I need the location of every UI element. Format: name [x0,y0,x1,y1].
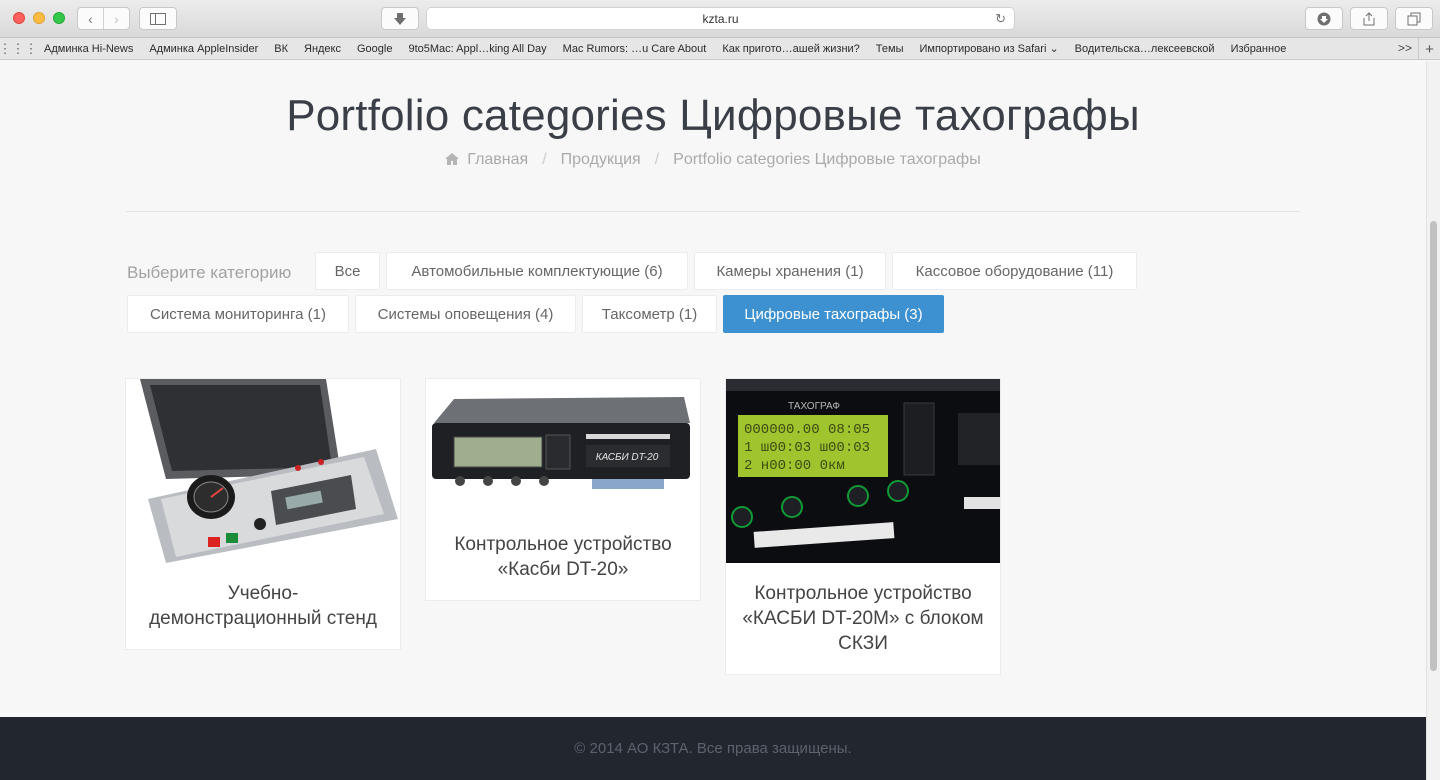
filter-taximeter-button[interactable]: Таксометр (1) [582,295,717,333]
filter-label: Выберите категорию [127,263,292,282]
breadcrumb-products-link[interactable]: Продукция [561,151,641,169]
portfolio-card[interactable]: ТАХОГРАФ 000000.00 08:05 1 ш00:03 ш00:03… [725,378,1001,675]
bookmark-item[interactable]: Админка AppleInsider [141,43,266,55]
back-button[interactable]: ‹ [78,8,103,29]
card-title[interactable]: Контрольное устройство «КАСБИ DT-20М» с … [726,563,1000,674]
display-line: 000000.00 08:05 [744,422,870,438]
history-nav: ‹ › [77,7,130,30]
card-title[interactable]: Контрольное устройство «Касби DT-20» [426,514,700,600]
sidebar-icon [150,12,166,25]
bookmarks-bar: ⋮⋮⋮ Админка Hi-News Админка AppleInsider… [0,38,1440,60]
section-divider [126,211,1300,212]
browser-titlebar: ‹ › kzta.ru ↻ [0,0,1440,38]
page-title: Portfolio categories Цифровые тахографы [286,91,1140,140]
share-icon [1363,11,1375,25]
tabs-overview-button[interactable] [1395,7,1433,30]
close-window-button[interactable] [13,12,25,24]
bookmark-item[interactable]: Яндекс [296,43,349,55]
page-content: Portfolio categories Цифровые тахографы … [0,61,1426,717]
card-title[interactable]: Учебно-демонстрационный стенд [126,563,400,649]
filter-storage-lockers-button[interactable]: Камеры хранения (1) [694,252,886,290]
add-tab-icon[interactable]: + [1418,38,1440,60]
home-icon [445,152,460,168]
bookmark-item[interactable]: Админка Hi-News [36,43,141,55]
display-line: 2 н00:00 0км [744,458,845,474]
apps-grid-icon[interactable]: ⋮⋮⋮ [0,38,38,60]
device-label: КАСБИ DT-20 [596,452,659,463]
footer-copyright: © 2014 АО КЗТА. Все права защищены. [574,740,852,757]
bookmark-item[interactable]: Темы [868,43,912,55]
bookmarks-overflow-button[interactable]: >> [1398,41,1412,55]
bookmark-item[interactable]: Google [349,43,400,55]
bookmark-item[interactable]: Водительска…лексеевской [1067,43,1223,55]
portfolio-card[interactable]: КАСБИ DT-20 Контрольное устройство «Касб… [425,378,701,601]
filter-all-button[interactable]: Все [315,252,380,290]
breadcrumb: Главная / Продукция / Portfolio categori… [0,151,1426,169]
bookmark-item[interactable]: Как пригото…ашей жизни? [714,43,867,55]
breadcrumb-separator: / [542,151,547,168]
breadcrumb-current: Portfolio categories Цифровые тахографы [673,151,981,168]
scrollbar-thumb[interactable] [1430,221,1437,671]
demo-stand-case-image[interactable] [126,379,400,563]
bookmark-item[interactable]: ВК [266,43,296,55]
sidebar-toggle-button[interactable] [139,7,177,30]
filter-monitoring-button[interactable]: Система мониторинга (1) [127,295,349,333]
share-button[interactable] [1350,7,1388,30]
filter-cash-equipment-button[interactable]: Кассовое оборудование (11) [892,252,1137,290]
downloads-shortcut-button[interactable] [381,7,419,30]
portfolio-card[interactable]: Учебно-демонстрационный стенд [125,378,401,650]
kasbi-dt20-tachograph-image[interactable]: КАСБИ DT-20 [426,379,700,514]
filter-auto-parts-button[interactable]: Автомобильные комплектующие (6) [386,252,688,290]
downloads-button[interactable] [1305,7,1343,30]
breadcrumb-home-link[interactable]: Главная [467,151,528,169]
filter-notification-systems-button[interactable]: Системы оповещения (4) [355,295,576,333]
download-circle-icon [1317,12,1331,25]
bookmark-folder[interactable]: Импортировано из Safari ⌄ [911,42,1066,55]
breadcrumb-separator: / [654,151,660,168]
tabs-icon [1407,12,1421,25]
forward-button[interactable]: › [103,8,129,29]
display-line: 1 ш00:03 ш00:03 [744,440,870,456]
reload-icon[interactable]: ↻ [995,11,1006,27]
page-footer: © 2014 АО КЗТА. Все права защищены. [0,717,1426,780]
address-bar[interactable]: kzta.ru ↻ [426,7,1015,30]
bookmark-item[interactable]: Mac Rumors: …u Care About [555,43,715,55]
page-scrollbar[interactable] [1426,61,1440,717]
zoom-window-button[interactable] [53,12,65,24]
bookmark-item[interactable]: Избранное [1223,43,1295,55]
url-text: kzta.ru [702,11,739,26]
minimize-window-button[interactable] [33,12,45,24]
bookmark-item[interactable]: 9to5Mac: Appl…king All Day [400,43,554,55]
filter-digital-tachographs-button[interactable]: Цифровые тахографы (3) [723,295,944,333]
footer-scroll-track [1426,717,1440,780]
download-arrow-icon [394,12,406,25]
kasbi-dt20m-display-image[interactable]: ТАХОГРАФ 000000.00 08:05 1 ш00:03 ш00:03… [726,379,1000,563]
device-label: ТАХОГРАФ [788,401,840,412]
